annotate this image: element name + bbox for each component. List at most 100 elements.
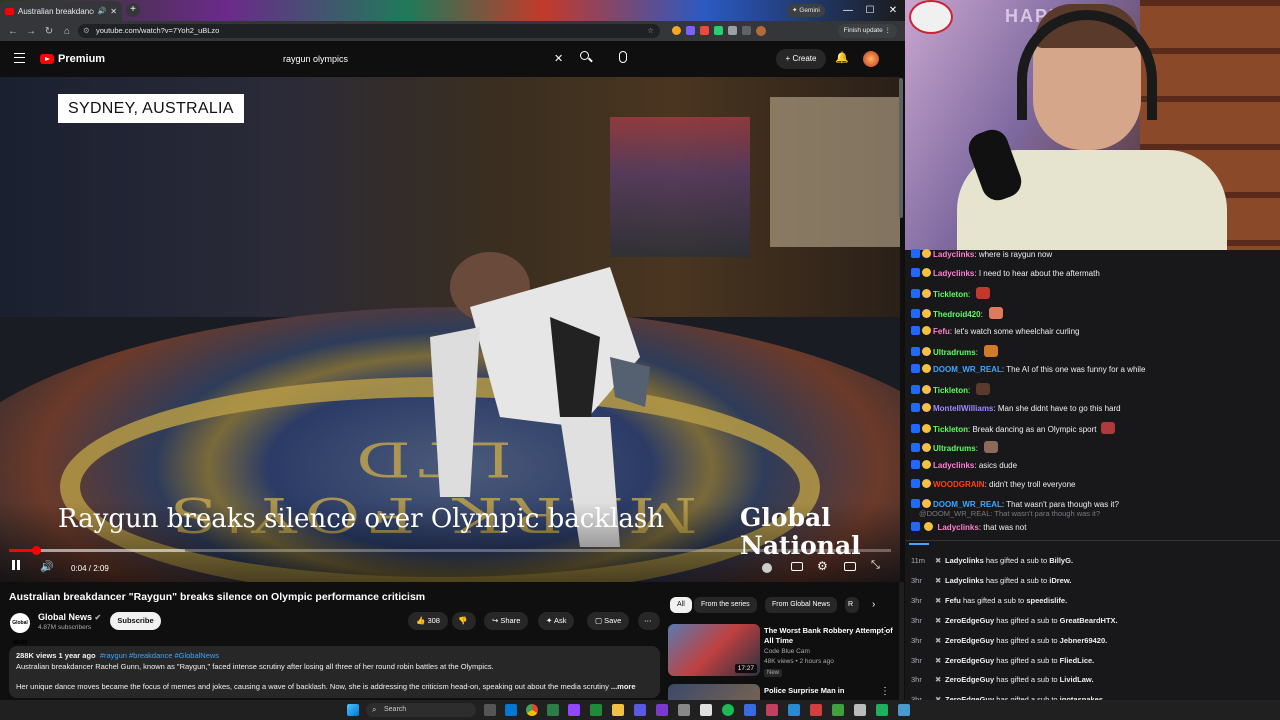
- gift-recipient[interactable]: LividLaw.: [1060, 675, 1094, 684]
- address-bar[interactable]: ⚙ youtube.com/watch?v=7Yoh2_uBLzo ☆: [78, 24, 660, 38]
- channel-avatar[interactable]: Global NEWS: [10, 613, 30, 646]
- reload-icon[interactable]: ↻: [40, 26, 58, 37]
- gifter-name[interactable]: ZeroEdgeGuy: [945, 675, 994, 684]
- taskbar-app-icon[interactable]: [700, 704, 712, 716]
- gifter-name[interactable]: Ladyclinks: [945, 576, 984, 585]
- search-input[interactable]: raygun olympics ✕: [276, 48, 572, 70]
- extension-icon[interactable]: [714, 26, 723, 35]
- recommendation-menu-icon[interactable]: ⋮: [880, 686, 890, 697]
- file-explorer-icon[interactable]: [612, 704, 624, 716]
- chat-username[interactable]: WOODGRAIN: [933, 480, 985, 489]
- chat-username[interactable]: MontellWilliams: [933, 404, 993, 413]
- volume-icon[interactable]: 🔊: [40, 560, 54, 573]
- gifter-name[interactable]: ZeroEdgeGuy: [945, 636, 994, 645]
- chat-username[interactable]: Ladyclinks: [933, 250, 974, 259]
- maximize-button[interactable]: ☐: [858, 0, 882, 21]
- forward-icon[interactable]: →: [22, 26, 40, 37]
- gemini-button[interactable]: ✦ Gemini: [787, 4, 825, 17]
- site-info-icon[interactable]: ⚙: [83, 24, 90, 38]
- voice-search-icon[interactable]: [619, 51, 627, 63]
- extension-icon[interactable]: [686, 26, 695, 35]
- minimize-button[interactable]: —: [836, 0, 860, 21]
- chrome-icon[interactable]: [526, 704, 538, 716]
- extension-icon[interactable]: [672, 26, 681, 35]
- taskbar-app-icon[interactable]: [876, 704, 888, 716]
- chat-username[interactable]: DOOM_WR_REAL: [933, 500, 1002, 509]
- new-tab-button[interactable]: +: [126, 3, 140, 17]
- start-windows-icon[interactable]: [347, 704, 359, 716]
- save-button[interactable]: ▢ Save: [587, 612, 630, 630]
- gift-recipient[interactable]: speedislife.: [1026, 596, 1067, 605]
- subtitles-icon[interactable]: [791, 562, 803, 571]
- create-button[interactable]: + Create: [776, 49, 826, 69]
- ask-button[interactable]: ✦ Ask: [538, 612, 575, 630]
- account-avatar[interactable]: [863, 51, 879, 67]
- search-icon[interactable]: [580, 51, 593, 63]
- chips-next-chevron-icon[interactable]: ›: [872, 599, 875, 610]
- chat-username[interactable]: Ladyclinks: [937, 523, 978, 532]
- taskbar-app-icon[interactable]: [656, 704, 668, 716]
- taskbar-app-icon[interactable]: [678, 704, 690, 716]
- taskbar-app-icon[interactable]: [568, 704, 580, 716]
- chip-all[interactable]: All: [670, 597, 692, 613]
- gift-recipient[interactable]: FliedLice.: [1060, 656, 1095, 665]
- finish-update-button[interactable]: Finish update ⋮: [837, 24, 897, 38]
- chat-username[interactable]: DOOM_WR_REAL: [933, 365, 1002, 374]
- gift-recipient[interactable]: GreatBeardHTX.: [1060, 616, 1118, 625]
- gift-recipient[interactable]: iDrew.: [1049, 576, 1071, 585]
- taskbar-app-icon[interactable]: [634, 704, 646, 716]
- youtube-logo[interactable]: Premium: [40, 53, 105, 65]
- channel-name[interactable]: Global News ✔: [38, 612, 101, 622]
- notifications-bell-icon[interactable]: 🔔: [835, 51, 849, 64]
- taskbar-app-icon[interactable]: [505, 704, 517, 716]
- chip-from-global-news[interactable]: From Global News: [765, 597, 837, 613]
- taskbar-app-icon[interactable]: [788, 704, 800, 716]
- taskbar-app-icon[interactable]: [590, 704, 602, 716]
- taskbar-app-icon[interactable]: [484, 704, 496, 716]
- gifter-name[interactable]: ZeroEdgeGuy: [945, 616, 994, 625]
- chat-username[interactable]: Ultradrums: [933, 348, 976, 357]
- gifter-name[interactable]: Fefu: [945, 596, 961, 605]
- more-actions-button[interactable]: ⋯: [638, 612, 660, 630]
- puzzle-icon[interactable]: [742, 26, 751, 35]
- gifter-name[interactable]: Ladyclinks: [945, 556, 984, 565]
- progress-bar[interactable]: [9, 546, 891, 555]
- extension-icon[interactable]: [700, 26, 709, 35]
- back-icon[interactable]: ←: [4, 26, 22, 37]
- bookmark-star-icon[interactable]: ☆: [647, 24, 654, 38]
- fullscreen-icon[interactable]: ⤡: [871, 559, 880, 572]
- hashtags[interactable]: #raygun #breakdance #GlobalNews: [100, 651, 219, 660]
- recommendation-item[interactable]: Police Surprise Man in ⋮: [668, 684, 898, 700]
- recommendation-menu-icon[interactable]: ⋮: [880, 626, 890, 637]
- gifter-name[interactable]: ZeroEdgeGuy: [945, 656, 994, 665]
- chat-username[interactable]: Tickleton: [933, 386, 968, 395]
- chat-username[interactable]: Tickleton: [933, 425, 968, 434]
- menu-hamburger-icon[interactable]: [14, 53, 25, 63]
- profile-avatar-icon[interactable]: [756, 26, 766, 36]
- share-button[interactable]: ↪ Share: [484, 612, 529, 630]
- taskbar-app-icon[interactable]: [766, 704, 778, 716]
- taskbar-app-icon[interactable]: [810, 704, 822, 716]
- taskbar-app-icon[interactable]: [832, 704, 844, 716]
- chip-related[interactable]: R: [845, 597, 859, 613]
- chat-username[interactable]: Fefu: [933, 327, 950, 336]
- page-scrollbar-thumb[interactable]: [899, 78, 903, 218]
- video-player[interactable]: MARK FOY'S LTD SYDNEY, AUSTRALIA Raygun …: [0, 77, 900, 582]
- description-box[interactable]: 288K views 1 year ago #raygun #breakdanc…: [9, 646, 660, 698]
- like-button[interactable]: 👍 308: [408, 612, 448, 630]
- gift-recipient[interactable]: Jebner69420.: [1060, 636, 1108, 645]
- taskbar-app-icon[interactable]: [744, 704, 756, 716]
- tab-close-icon[interactable]: ✕: [110, 7, 117, 16]
- settings-gear-icon[interactable]: ⚙: [817, 559, 828, 573]
- extension-icon[interactable]: [728, 26, 737, 35]
- dislike-button[interactable]: 👎: [452, 612, 476, 630]
- chat-username[interactable]: Ladyclinks: [933, 461, 974, 470]
- more-link[interactable]: ...more: [611, 682, 636, 691]
- taskbar-app-icon[interactable]: [898, 704, 910, 716]
- taskbar-app-icon[interactable]: [854, 704, 866, 716]
- taskbar-search[interactable]: ⌕ Search: [366, 703, 476, 717]
- recommendation-item[interactable]: 17:27 The Worst Bank Robbery Attempt of …: [668, 624, 898, 680]
- chat-username[interactable]: Ultradrums: [933, 444, 976, 453]
- spotify-icon[interactable]: [722, 704, 734, 716]
- gift-recipient[interactable]: BillyG.: [1049, 556, 1073, 565]
